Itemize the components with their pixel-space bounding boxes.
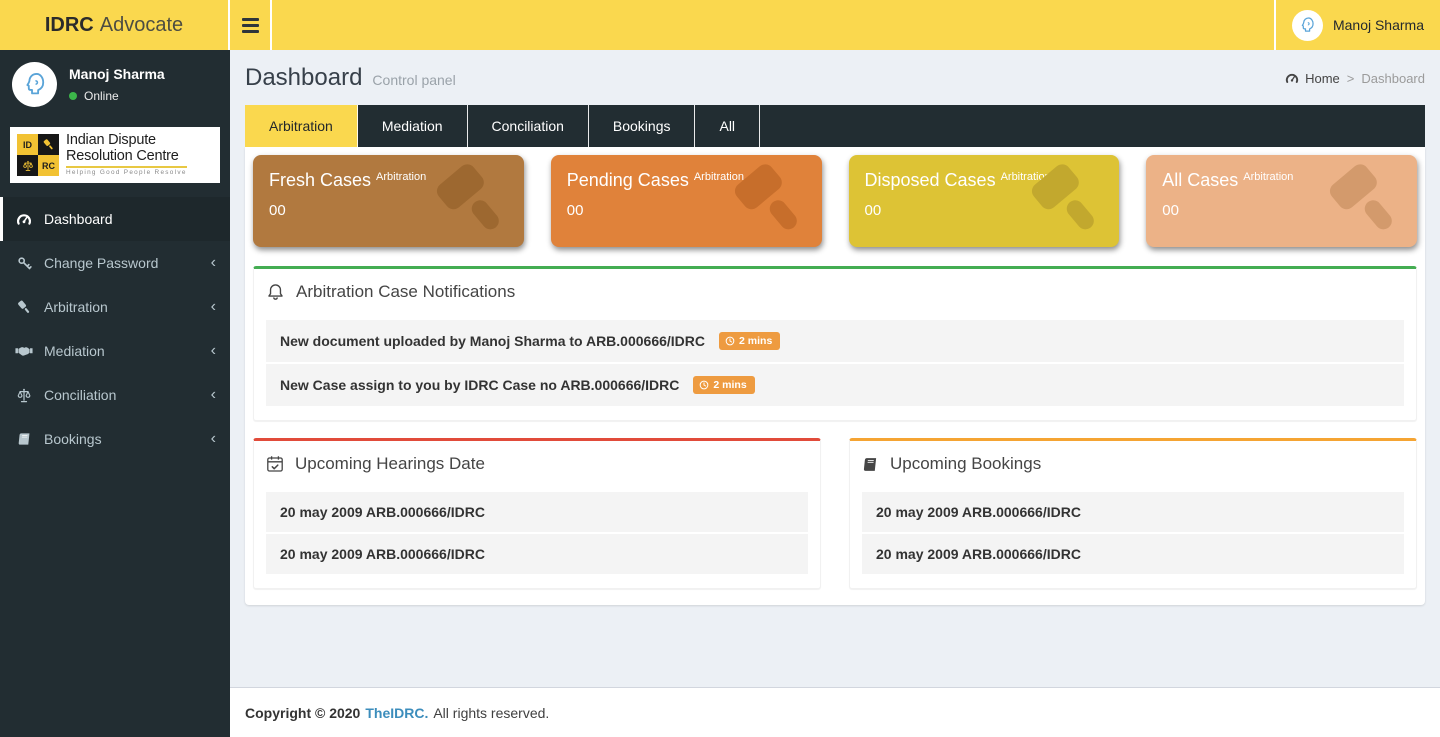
breadcrumb-separator: > [1347, 71, 1355, 86]
all-cases-card[interactable]: All CasesArbitration 00 [1146, 155, 1417, 247]
brand-light: Advocate [100, 14, 183, 37]
sidebar-item-mediation[interactable]: Mediation ‹ [0, 329, 230, 373]
notification-item[interactable]: New Case assign to you by IDRC Case no A… [266, 364, 1404, 406]
user-menu[interactable]: Manoj Sharma [1274, 0, 1440, 50]
tab-content-panel: Fresh CasesArbitration 00 Pending CasesA… [245, 147, 1425, 605]
time-badge: 2 mins [693, 376, 754, 394]
notification-item[interactable]: New document uploaded by Manoj Sharma to… [266, 320, 1404, 362]
hearing-item[interactable]: 20 may 2009 ARB.000666/IDRC [266, 492, 808, 532]
logo-grid-rc: RC [38, 155, 59, 176]
sidebar-user-panel: Manoj Sharma Online [0, 50, 230, 121]
pending-cases-card[interactable]: Pending CasesArbitration 00 [551, 155, 822, 247]
dashboard-icon [15, 211, 33, 227]
footer: Copyright © 2020 TheIDRC. All rights res… [230, 687, 1440, 737]
scale-icon [15, 388, 33, 403]
handshake-icon [15, 344, 33, 358]
hamburger-icon [242, 18, 259, 21]
logo-grid-id: ID [17, 134, 38, 155]
page-title: Dashboard [245, 64, 362, 92]
fresh-cases-card[interactable]: Fresh CasesArbitration 00 [253, 155, 524, 247]
calendar-check-icon [266, 455, 284, 473]
hearings-title: Upcoming Hearings Date [295, 454, 485, 474]
bookings-title: Upcoming Bookings [890, 454, 1041, 474]
hearing-item[interactable]: 20 may 2009 ARB.000666/IDRC [266, 534, 808, 574]
footer-rights: All rights reserved. [433, 705, 549, 721]
bell-icon [266, 283, 285, 301]
upcoming-hearings-panel: Upcoming Hearings Date 20 may 2009 ARB.0… [253, 438, 821, 589]
footer-brand-link[interactable]: TheIDRC. [365, 705, 428, 721]
top-navbar: IDRC Advocate Manoj Sharma [0, 0, 1440, 50]
footer-copyright: Copyright © 2020 [245, 705, 360, 721]
tab-bookings[interactable]: Bookings [589, 105, 696, 147]
sidebar-item-change-password[interactable]: Change Password ‹ [0, 241, 230, 285]
gavel-watermark-icon [1328, 163, 1404, 239]
book-icon [862, 457, 879, 472]
tab-mediation[interactable]: Mediation [358, 105, 468, 147]
brand-bold: IDRC [45, 14, 94, 37]
online-status-label: Online [84, 89, 119, 103]
sidebar-item-conciliation[interactable]: Conciliation ‹ [0, 373, 230, 417]
chevron-left-icon: ‹ [211, 343, 216, 359]
logo-grid-gavel-icon [38, 134, 59, 155]
chevron-left-icon: ‹ [211, 299, 216, 315]
tab-all[interactable]: All [695, 105, 760, 147]
book-icon [15, 432, 33, 446]
idrc-logo-mark: ID RC [17, 134, 59, 176]
user-avatar-icon [1292, 10, 1323, 41]
sidebar-item-arbitration[interactable]: Arbitration ‹ [0, 285, 230, 329]
sidebar-menu: Dashboard Change Password ‹ Arbitration … [0, 197, 230, 461]
gavel-icon [15, 299, 33, 315]
gavel-watermark-icon [733, 163, 809, 239]
breadcrumb: Home > Dashboard [1285, 71, 1425, 86]
chevron-left-icon: ‹ [211, 255, 216, 271]
sidebar-item-bookings[interactable]: Bookings ‹ [0, 417, 230, 461]
chevron-left-icon: ‹ [211, 387, 216, 403]
online-status-dot [69, 92, 77, 100]
time-badge: 2 mins [719, 332, 780, 350]
user-status: Online [69, 89, 165, 103]
booking-item[interactable]: 20 may 2009 ARB.000666/IDRC [862, 492, 1404, 532]
booking-item[interactable]: 20 may 2009 ARB.000666/IDRC [862, 534, 1404, 574]
key-icon [15, 256, 33, 271]
gavel-watermark-icon [1030, 163, 1106, 239]
upcoming-bookings-panel: Upcoming Bookings 20 may 2009 ARB.000666… [849, 438, 1417, 589]
content-area: Dashboard Control panel Home > Dashboard… [230, 50, 1440, 687]
gavel-watermark-icon [435, 163, 511, 239]
clock-icon [725, 336, 735, 346]
sidebar-item-dashboard[interactable]: Dashboard [0, 197, 230, 241]
idrc-logo: ID RC Indian Dispute Resolution Centre H… [10, 127, 220, 183]
summary-cards: Fresh CasesArbitration 00 Pending CasesA… [253, 155, 1417, 247]
notifications-panel: Arbitration Case Notifications New docum… [253, 266, 1417, 421]
sidebar: Manoj Sharma Online ID RC Indian Dispute… [0, 50, 230, 737]
notifications-title: Arbitration Case Notifications [296, 282, 515, 302]
logo-line1: Indian Dispute [66, 133, 187, 149]
breadcrumb-current: Dashboard [1361, 71, 1425, 86]
chevron-left-icon: ‹ [211, 431, 216, 447]
navbar-user-name: Manoj Sharma [1333, 17, 1424, 33]
case-type-tabs: Arbitration Mediation Conciliation Booki… [245, 105, 1425, 147]
disposed-cases-card[interactable]: Disposed CasesArbitration 00 [849, 155, 1120, 247]
sidebar-toggle-button[interactable] [230, 0, 272, 50]
breadcrumb-home-link[interactable]: Home [1285, 71, 1340, 86]
clock-icon [699, 380, 709, 390]
sidebar-user-name: Manoj Sharma [69, 66, 165, 82]
logo-grid-scale-icon [17, 155, 38, 176]
tab-arbitration[interactable]: Arbitration [245, 105, 358, 147]
app-brand[interactable]: IDRC Advocate [0, 0, 230, 50]
dashboard-icon [1285, 71, 1299, 85]
tab-conciliation[interactable]: Conciliation [468, 105, 589, 147]
logo-tagline: Helping Good People Resolve [66, 166, 187, 177]
page-subtitle: Control panel [372, 72, 455, 88]
logo-line2: Resolution Centre [66, 149, 187, 165]
sidebar-avatar [12, 62, 57, 107]
